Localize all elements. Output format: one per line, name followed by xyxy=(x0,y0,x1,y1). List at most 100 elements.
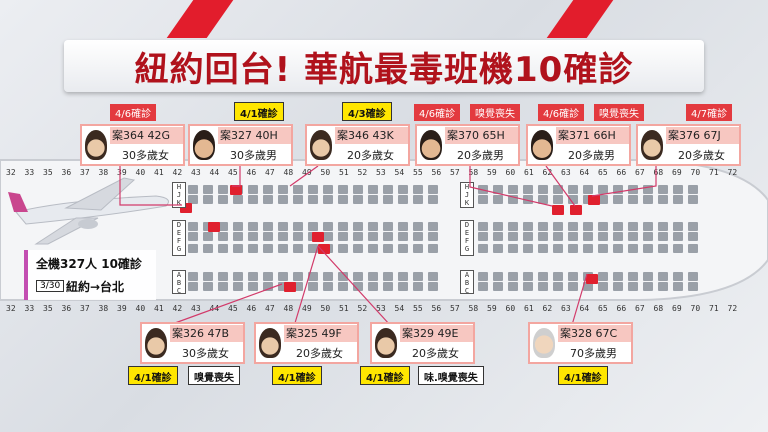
seat xyxy=(353,185,363,194)
case-demographic: 30多歲女 xyxy=(182,347,229,360)
seat xyxy=(598,272,608,281)
seat xyxy=(383,244,393,253)
seat xyxy=(493,232,503,241)
row-number: 54 xyxy=(394,304,405,313)
row-number: 67 xyxy=(635,304,645,313)
row-number: 55 xyxy=(413,304,423,313)
seat xyxy=(628,282,638,291)
row-number: 41 xyxy=(154,304,164,313)
seat xyxy=(583,222,593,231)
row-number: 42 xyxy=(172,304,183,313)
headline-bar: 紐約回台! 華航最毒班機10確診 xyxy=(64,40,704,92)
row-number: 71 xyxy=(709,168,719,177)
seat xyxy=(368,244,378,253)
symptom-tag: 味.嗅覺喪失 xyxy=(418,366,484,385)
seat xyxy=(248,232,258,241)
row-number: 48 xyxy=(283,168,294,177)
seat xyxy=(613,272,623,281)
seat xyxy=(188,232,198,241)
row-number: 63 xyxy=(561,304,571,313)
seat xyxy=(233,232,243,241)
case-seat xyxy=(586,274,598,284)
seat-letter-label: A B C xyxy=(172,270,186,295)
row-number: 53 xyxy=(376,304,386,313)
seat xyxy=(323,272,333,281)
row-number: 70 xyxy=(690,168,701,177)
seat xyxy=(523,195,533,204)
seat xyxy=(278,272,288,281)
seat xyxy=(293,244,303,253)
seat xyxy=(658,244,668,253)
seat xyxy=(583,185,593,194)
row-number: 46 xyxy=(246,168,257,177)
row-number: 64 xyxy=(579,168,590,177)
confirmed-date-tag: 4/1確診 xyxy=(272,366,322,385)
row-number: 69 xyxy=(672,304,682,313)
row-number: 58 xyxy=(468,304,479,313)
seat xyxy=(428,282,438,291)
confirmed-date-tag: 4/1確診 xyxy=(234,102,284,121)
seat xyxy=(508,195,518,204)
seat xyxy=(643,185,653,194)
seat xyxy=(383,272,393,281)
accent-stripe xyxy=(546,0,614,38)
seat xyxy=(508,244,518,253)
case-demographic: 20多歲男 xyxy=(568,149,615,162)
seat xyxy=(508,222,518,231)
row-number: 54 xyxy=(394,168,405,177)
seat xyxy=(493,282,503,291)
row-number: 51 xyxy=(339,304,349,313)
seat xyxy=(583,232,593,241)
case-demographic: 20多歲男 xyxy=(457,149,504,162)
row-number: 62 xyxy=(542,168,553,177)
seat xyxy=(643,244,653,253)
seat xyxy=(308,222,318,231)
seat xyxy=(368,272,378,281)
seat xyxy=(383,195,393,204)
row-number: 56 xyxy=(431,168,442,177)
seat xyxy=(398,272,408,281)
row-number: 56 xyxy=(431,304,442,313)
row-number: 50 xyxy=(320,168,331,177)
seat xyxy=(538,195,548,204)
patient-portrait-icon xyxy=(531,130,553,160)
row-number: 66 xyxy=(616,304,627,313)
seat xyxy=(568,232,578,241)
seat xyxy=(233,282,243,291)
row-number: 45 xyxy=(228,304,238,313)
case-id: 案326 47B xyxy=(170,325,243,342)
seat xyxy=(353,232,363,241)
seat xyxy=(538,282,548,291)
summary-total: 全機327人 10確診 xyxy=(36,257,142,271)
seat xyxy=(523,272,533,281)
seat xyxy=(508,185,518,194)
row-number: 39 xyxy=(117,304,127,313)
seat xyxy=(248,222,258,231)
patient-portrait-icon xyxy=(375,328,397,358)
row-number: 52 xyxy=(357,168,368,177)
row-number: 72 xyxy=(727,168,738,177)
row-number: 65 xyxy=(598,304,608,313)
seat xyxy=(688,282,698,291)
seat xyxy=(508,232,518,241)
seat xyxy=(673,244,683,253)
seat xyxy=(508,282,518,291)
seat xyxy=(368,232,378,241)
seat xyxy=(643,195,653,204)
seat xyxy=(308,244,318,253)
row-number: 60 xyxy=(505,304,516,313)
seat xyxy=(538,185,548,194)
seat xyxy=(368,282,378,291)
seat xyxy=(293,185,303,194)
seat xyxy=(523,232,533,241)
case-demographic: 20多歲女 xyxy=(347,149,394,162)
seat xyxy=(278,185,288,194)
seat xyxy=(353,272,363,281)
seat xyxy=(203,185,213,194)
symptom-tag: 嗅覺喪失 xyxy=(470,104,520,121)
seat xyxy=(598,185,608,194)
seat xyxy=(523,222,533,231)
seat xyxy=(553,282,563,291)
seat xyxy=(568,282,578,291)
row-number: 53 xyxy=(376,168,386,177)
